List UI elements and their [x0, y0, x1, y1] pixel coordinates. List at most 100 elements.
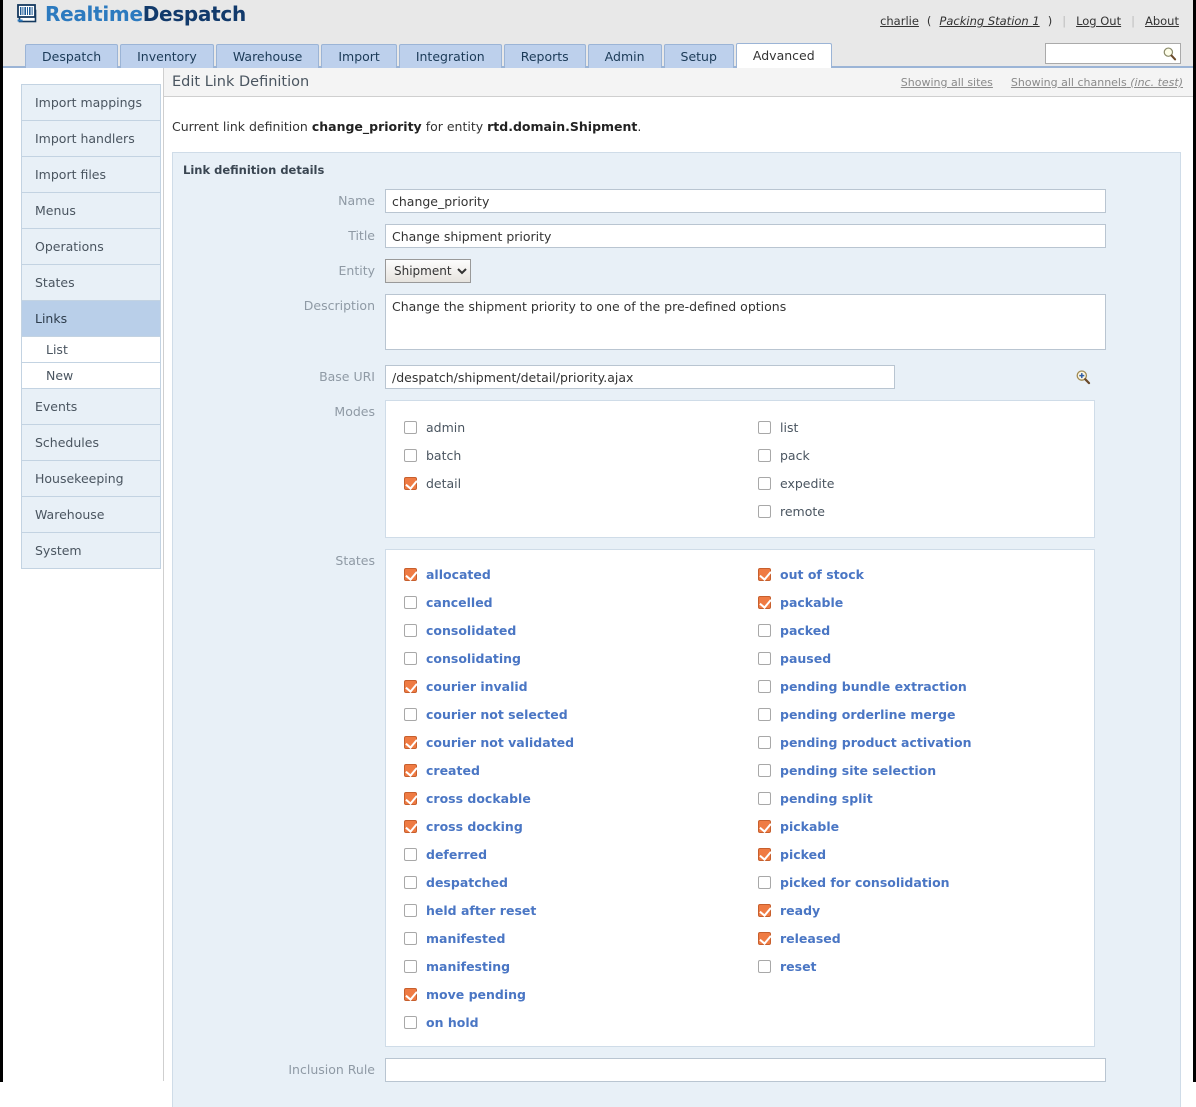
- about-link[interactable]: About: [1145, 14, 1179, 28]
- showing-all-channels-link[interactable]: Showing all channels (inc. test): [1011, 76, 1183, 89]
- state-option-row[interactable]: deferred: [404, 840, 740, 868]
- state-option-row[interactable]: pending orderline merge: [758, 700, 1094, 728]
- checkbox-checked-icon[interactable]: [758, 931, 771, 945]
- checkbox-checked-icon[interactable]: [758, 567, 771, 581]
- state-option-row[interactable]: pickable: [758, 812, 1094, 840]
- checkbox-checked-icon[interactable]: [404, 567, 417, 581]
- state-option-row[interactable]: picked for consolidation: [758, 868, 1094, 896]
- mode-option-row[interactable]: remote: [758, 497, 1094, 525]
- entity-select[interactable]: Shipment: [385, 259, 471, 284]
- sidebar-item-list[interactable]: List: [22, 337, 160, 363]
- showing-all-sites-link[interactable]: Showing all sites: [901, 76, 993, 89]
- sidebar-item-operations[interactable]: Operations: [22, 229, 160, 265]
- checkbox-unchecked-icon[interactable]: [404, 651, 417, 665]
- state-option-row[interactable]: created: [404, 756, 740, 784]
- mode-option-row[interactable]: detail: [404, 469, 740, 497]
- title-input[interactable]: [385, 224, 1106, 249]
- state-option-row[interactable]: move pending: [404, 980, 740, 1008]
- checkbox-checked-icon[interactable]: [404, 819, 417, 833]
- checkbox-checked-icon[interactable]: [758, 903, 771, 917]
- checkbox-checked-icon[interactable]: [404, 679, 417, 693]
- state-option-row[interactable]: pending split: [758, 784, 1094, 812]
- state-option-row[interactable]: reset: [758, 952, 1094, 980]
- state-option-row[interactable]: manifesting: [404, 952, 740, 980]
- tab-advanced[interactable]: Advanced: [735, 43, 832, 68]
- state-option-row[interactable]: held after reset: [404, 896, 740, 924]
- user-link[interactable]: charlie: [880, 14, 919, 28]
- name-input[interactable]: [385, 189, 1106, 214]
- checkbox-unchecked-icon[interactable]: [758, 420, 771, 434]
- logout-link[interactable]: Log Out: [1076, 14, 1121, 28]
- state-option-row[interactable]: consolidating: [404, 644, 740, 672]
- state-option-row[interactable]: pending site selection: [758, 756, 1094, 784]
- checkbox-unchecked-icon[interactable]: [404, 1015, 417, 1029]
- mode-option-row[interactable]: batch: [404, 441, 740, 469]
- state-option-row[interactable]: packed: [758, 616, 1094, 644]
- checkbox-unchecked-icon[interactable]: [404, 959, 417, 973]
- sidebar-item-schedules[interactable]: Schedules: [22, 425, 160, 461]
- state-option-row[interactable]: courier not validated: [404, 728, 740, 756]
- sidebar-item-import-files[interactable]: Import files: [22, 157, 160, 193]
- sidebar-item-system[interactable]: System: [22, 533, 160, 569]
- checkbox-unchecked-icon[interactable]: [404, 875, 417, 889]
- tab-setup[interactable]: Setup: [663, 44, 734, 68]
- tab-despatch[interactable]: Despatch: [25, 44, 119, 68]
- tab-warehouse[interactable]: Warehouse: [215, 44, 320, 68]
- state-option-row[interactable]: cancelled: [404, 588, 740, 616]
- checkbox-unchecked-icon[interactable]: [758, 959, 771, 973]
- checkbox-unchecked-icon[interactable]: [758, 735, 771, 749]
- sidebar-item-housekeeping[interactable]: Housekeeping: [22, 461, 160, 497]
- checkbox-unchecked-icon[interactable]: [758, 763, 771, 777]
- tab-integration[interactable]: Integration: [398, 44, 502, 68]
- checkbox-unchecked-icon[interactable]: [404, 931, 417, 945]
- checkbox-unchecked-icon[interactable]: [758, 448, 771, 462]
- tab-import[interactable]: Import: [321, 44, 397, 68]
- state-option-row[interactable]: courier invalid: [404, 672, 740, 700]
- checkbox-checked-icon[interactable]: [404, 791, 417, 805]
- checkbox-checked-icon[interactable]: [404, 476, 417, 490]
- state-option-row[interactable]: out of stock: [758, 560, 1094, 588]
- state-option-row[interactable]: on hold: [404, 1008, 740, 1036]
- checkbox-unchecked-icon[interactable]: [404, 420, 417, 434]
- description-textarea[interactable]: Change the shipment priority to one of t…: [385, 294, 1106, 351]
- mode-option-row[interactable]: expedite: [758, 469, 1094, 497]
- checkbox-unchecked-icon[interactable]: [404, 847, 417, 861]
- checkbox-checked-icon[interactable]: [758, 847, 771, 861]
- state-option-row[interactable]: paused: [758, 644, 1094, 672]
- checkbox-unchecked-icon[interactable]: [404, 903, 417, 917]
- inclusion-rule-input[interactable]: [385, 1058, 1106, 1083]
- state-option-row[interactable]: pending bundle extraction: [758, 672, 1094, 700]
- state-option-row[interactable]: courier not selected: [404, 700, 740, 728]
- mode-option-row[interactable]: admin: [404, 413, 740, 441]
- sidebar-item-warehouse[interactable]: Warehouse: [22, 497, 160, 533]
- checkbox-checked-icon[interactable]: [758, 595, 771, 609]
- state-option-row[interactable]: despatched: [404, 868, 740, 896]
- sidebar-item-import-handlers[interactable]: Import handlers: [22, 121, 160, 157]
- checkbox-unchecked-icon[interactable]: [404, 623, 417, 637]
- checkbox-unchecked-icon[interactable]: [758, 791, 771, 805]
- state-option-row[interactable]: cross dockable: [404, 784, 740, 812]
- sidebar-item-import-mappings[interactable]: Import mappings: [22, 85, 160, 121]
- sidebar-item-menus[interactable]: Menus: [22, 193, 160, 229]
- zoom-in-icon[interactable]: [1075, 369, 1091, 385]
- checkbox-checked-icon[interactable]: [404, 987, 417, 1001]
- state-option-row[interactable]: packable: [758, 588, 1094, 616]
- checkbox-unchecked-icon[interactable]: [758, 623, 771, 637]
- checkbox-unchecked-icon[interactable]: [758, 707, 771, 721]
- station-link[interactable]: Packing Station 1: [939, 14, 1039, 28]
- checkbox-unchecked-icon[interactable]: [404, 448, 417, 462]
- sidebar-item-states[interactable]: States: [22, 265, 160, 301]
- checkbox-unchecked-icon[interactable]: [758, 875, 771, 889]
- state-option-row[interactable]: released: [758, 924, 1094, 952]
- sidebar-item-events[interactable]: Events: [22, 389, 160, 425]
- state-option-row[interactable]: ready: [758, 896, 1094, 924]
- tab-inventory[interactable]: Inventory: [120, 44, 214, 68]
- checkbox-unchecked-icon[interactable]: [758, 476, 771, 490]
- checkbox-unchecked-icon[interactable]: [404, 707, 417, 721]
- state-option-row[interactable]: manifested: [404, 924, 740, 952]
- state-option-row[interactable]: cross docking: [404, 812, 740, 840]
- checkbox-unchecked-icon[interactable]: [758, 504, 771, 518]
- state-option-row[interactable]: pending product activation: [758, 728, 1094, 756]
- mode-option-row[interactable]: list: [758, 413, 1094, 441]
- checkbox-unchecked-icon[interactable]: [758, 651, 771, 665]
